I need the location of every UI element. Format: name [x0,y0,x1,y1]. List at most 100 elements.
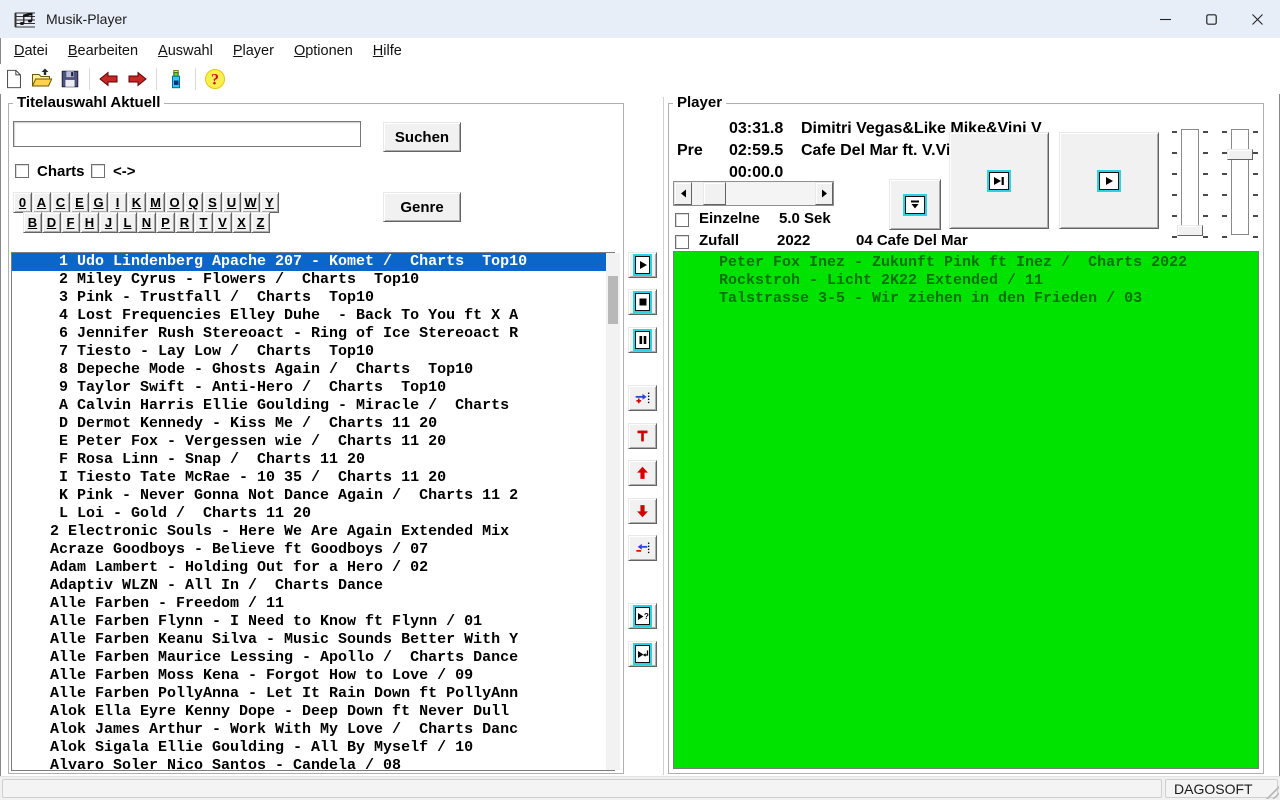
letter-button[interactable]: E [70,192,89,213]
letter-button[interactable]: B [23,212,42,233]
track-row[interactable]: 1 Udo Lindenberg Apache 207 - Komet / Ch… [12,253,614,271]
swap-checkbox[interactable] [91,164,105,178]
menu-item[interactable]: Bearbeiten [58,40,148,62]
balance-slider[interactable] [1231,129,1249,235]
letter-button[interactable]: Z [251,212,270,233]
letter-button[interactable]: I [108,192,127,213]
move-top-button[interactable] [628,423,657,449]
balance-slider-thumb[interactable] [1227,149,1253,160]
letter-button[interactable]: X [232,212,251,233]
help-button[interactable]: ? [201,66,229,92]
playlist[interactable]: Peter Fox Inez - Zukunft Pink ft Inez / … [673,251,1259,769]
track-list[interactable]: 1 Udo Lindenberg Apache 207 - Komet / Ch… [11,252,615,771]
search-input[interactable] [13,121,361,147]
track-row[interactable]: Adaptiv WLZN - All In / Charts Dance [12,577,614,595]
zufall-checkbox[interactable] [675,235,689,249]
letter-button[interactable]: O [165,192,184,213]
track-row[interactable]: Alok James Arthur - Work With My Love / … [12,721,614,739]
track-row[interactable]: 3 Pink - Trustfall / Charts Top10 [12,289,614,307]
letter-button[interactable]: N [137,212,156,233]
letter-button[interactable]: A [32,192,51,213]
letter-button[interactable]: V [213,212,232,233]
track-row[interactable]: Alle Farben Keanu Silva - Music Sounds B… [12,631,614,649]
letter-button[interactable]: U [222,192,241,213]
remove-from-playlist-button[interactable] [628,535,657,561]
open-file-button[interactable] [28,66,56,92]
letter-button[interactable]: P [156,212,175,233]
scrollbar-thumb[interactable] [608,276,618,324]
playlist-row[interactable]: Talstrasse 3-5 - Wir ziehen in den Fried… [674,290,1258,308]
jukebox-button[interactable] [162,66,190,92]
play-big-button[interactable] [1059,132,1159,229]
play-button[interactable] [628,252,657,278]
move-down-button[interactable] [628,498,657,524]
move-up-button[interactable] [628,460,657,486]
letter-button[interactable]: J [99,212,118,233]
menu-item[interactable]: Optionen [284,40,363,62]
play-return-button[interactable] [628,641,657,667]
track-row[interactable]: E Peter Fox - Vergessen wie / Charts 11 … [12,433,614,451]
menu-item[interactable]: Hilfe [363,40,412,62]
save-button[interactable] [56,66,84,92]
letter-button[interactable]: M [146,192,165,213]
letter-button[interactable]: W [241,192,260,213]
load-track-button[interactable] [889,179,941,230]
track-row[interactable]: D Dermot Kennedy - Kiss Me / Charts 11 2… [12,415,614,433]
new-file-button[interactable] [0,66,28,92]
scroll-right-arrow[interactable] [815,182,833,205]
stop-button[interactable] [628,289,657,315]
track-row[interactable]: I Tiesto Tate McRae - 10 35 / Charts 11 … [12,469,614,487]
scroll-left-arrow[interactable] [674,182,692,205]
track-row[interactable]: 2 Miley Cyrus - Flowers / Charts Top10 [12,271,614,289]
letter-button[interactable]: Y [260,192,279,213]
track-list-scrollbar[interactable] [606,253,620,770]
forward-button[interactable] [123,66,151,92]
track-row[interactable]: 4 Lost Frequencies Elley Duhe - Back To … [12,307,614,325]
track-row[interactable]: 6 Jennifer Rush Stereoact - Ring of Ice … [12,325,614,343]
letter-button[interactable]: R [175,212,194,233]
play-pause-big-button[interactable] [949,132,1049,229]
letter-button[interactable]: Q [184,192,203,213]
track-row[interactable]: Alvaro Soler Nico Santos - Candela / 08 [12,757,614,771]
track-row[interactable]: 9 Taylor Swift - Anti-Hero / Charts Top1… [12,379,614,397]
menu-item[interactable]: Datei [4,40,58,62]
genre-button[interactable]: Genre [383,192,461,222]
playlist-row[interactable]: Rockstroh - Licht 2K22 Extended / 11 [674,272,1258,290]
letter-button[interactable]: F [61,212,80,233]
letter-button[interactable]: S [203,192,222,213]
play-question-button[interactable]: ? [628,603,657,629]
add-to-playlist-button[interactable] [628,385,657,411]
track-row[interactable]: L Loi - Gold / Charts 11 20 [12,505,614,523]
minimize-button[interactable] [1142,0,1188,38]
close-button[interactable] [1234,0,1280,38]
letter-button[interactable]: L [118,212,137,233]
track-row[interactable]: Acraze Goodboys - Believe ft Goodboys / … [12,541,614,559]
back-button[interactable] [95,66,123,92]
track-row[interactable]: Alok Ella Eyre Kenny Dope - Deep Down ft… [12,703,614,721]
track-row[interactable]: F Rosa Linn - Snap / Charts 11 20 [12,451,614,469]
volume-slider-thumb[interactable] [1177,225,1203,236]
track-row[interactable]: 8 Depeche Mode - Ghosts Again / Charts T… [12,361,614,379]
position-scrollbar[interactable] [673,181,834,206]
maximize-button[interactable] [1188,0,1234,38]
volume-slider[interactable] [1181,129,1199,235]
charts-checkbox[interactable] [15,164,29,178]
track-row[interactable]: Alle Farben PollyAnna - Let It Rain Down… [12,685,614,703]
letter-button[interactable]: H [80,212,99,233]
letter-button[interactable]: G [89,192,108,213]
einzelne-checkbox[interactable] [675,213,689,227]
track-row[interactable]: Alle Farben Flynn - I Need to Know ft Fl… [12,613,614,631]
track-row[interactable]: Adam Lambert - Holding Out for a Hero / … [12,559,614,577]
track-row[interactable]: Alle Farben Moss Kena - Forgot How to Lo… [12,667,614,685]
playlist-row[interactable]: Peter Fox Inez - Zukunft Pink ft Inez / … [674,254,1258,272]
track-row[interactable]: Alok Sigala Ellie Goulding - All By Myse… [12,739,614,757]
track-row[interactable]: K Pink - Never Gonna Not Dance Again / C… [12,487,614,505]
letter-button[interactable]: C [51,192,70,213]
track-row[interactable]: 7 Tiesto - Lay Low / Charts Top10 [12,343,614,361]
track-row[interactable]: Alle Farben Maurice Lessing - Apollo / C… [12,649,614,667]
pause-button[interactable] [628,327,657,353]
track-row[interactable]: 2 Electronic Souls - Here We Are Again E… [12,523,614,541]
track-row[interactable]: A Calvin Harris Ellie Goulding - Miracle… [12,397,614,415]
letter-button[interactable]: 0 [13,192,32,213]
letter-button[interactable]: D [42,212,61,233]
